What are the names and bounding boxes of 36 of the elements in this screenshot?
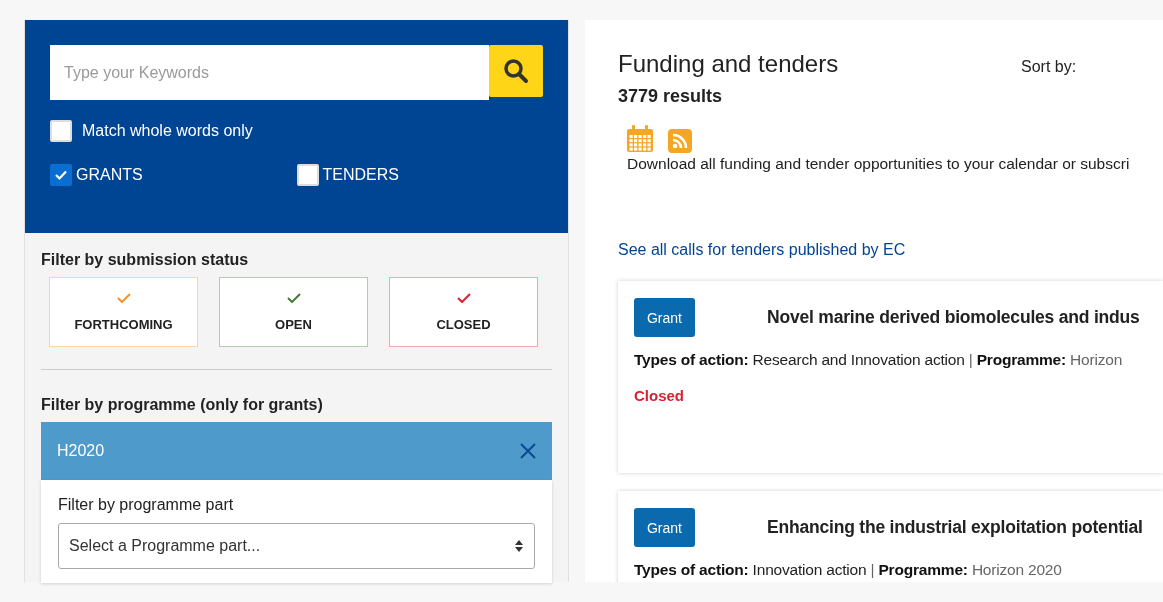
rss-icon[interactable] [668, 129, 692, 153]
filter-heading: Filter by submission status [41, 251, 250, 269]
card-title[interactable]: Novel marine derived biomolecules and indus [767, 307, 1140, 328]
check-icon [456, 292, 471, 303]
checkbox-label: GRANTS [76, 166, 143, 184]
card-title[interactable]: Enhancing the industrial exploitation potential [767, 517, 1143, 538]
filter-heading: Filter by programme (only for grants) [41, 396, 324, 414]
status-filter-button[interactable]: CLOSED [389, 277, 538, 347]
checkbox-label: TENDERS [322, 166, 399, 184]
close-icon [520, 443, 536, 459]
type-badge: Grant [634, 508, 695, 547]
status-label: Closed [634, 387, 685, 404]
status-filter-button[interactable]: OPEN [219, 277, 368, 347]
close-button[interactable] [520, 443, 536, 459]
status-filter-button[interactable]: FORTHCOMING [49, 277, 198, 347]
card-meta: Types of action: Research and Innovation action | Programme: Horizon [634, 351, 1124, 369]
search-field[interactable]: Type your Keywords [50, 45, 489, 100]
checkbox-label: Match whole words only [82, 122, 253, 140]
checkbox[interactable] [50, 164, 72, 186]
chip-label: H2020 [57, 442, 105, 460]
search-button[interactable] [489, 45, 543, 97]
type-badge: Grant [634, 298, 695, 337]
sort-label: Sort by: [1021, 58, 1077, 76]
field-label: Filter by programme part [58, 496, 235, 514]
download-text: Download all funding and tender opportunities to your calendar or subscri [626, 155, 1131, 173]
programme-part-select[interactable]: Select a Programme part... [58, 523, 535, 569]
search-icon [503, 58, 529, 84]
page-title: Funding and tenders [618, 50, 840, 78]
check-icon [54, 168, 68, 182]
up-down-arrows-icon [514, 539, 524, 553]
results-count: 3779 results [618, 86, 724, 107]
card-meta: Types of action: Innovation action | Programme: Horizon 2020 [634, 561, 1063, 579]
check-icon [116, 292, 131, 303]
check-icon [286, 292, 301, 303]
tenders-link[interactable]: See all calls for tenders published by EC [618, 241, 906, 259]
calendar-icon[interactable] [626, 125, 654, 153]
